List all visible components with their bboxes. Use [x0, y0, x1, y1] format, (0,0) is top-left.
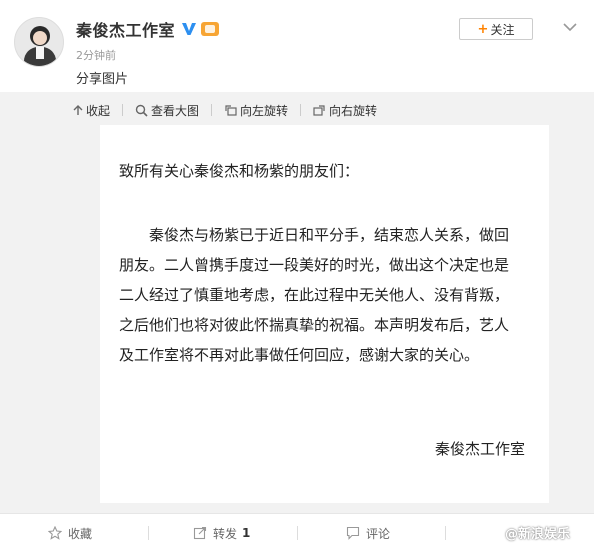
chevron-down-icon[interactable]	[562, 18, 578, 32]
sina-ent-watermark: @新浪娱乐	[505, 527, 571, 542]
weibo-post-header: 秦俊杰工作室 2分钟前 分享图片 + 关注	[0, 0, 594, 92]
image-toolbar: 收起 查看大图 向左旋转 向右旋转	[73, 101, 389, 119]
rotate-left-icon	[225, 105, 237, 116]
rotate-left-label: 向左旋转	[240, 103, 289, 118]
rotate-right-icon	[313, 105, 325, 116]
avatar[interactable]	[14, 17, 64, 67]
comment-button[interactable]: 评论	[346, 514, 390, 551]
statement-line: 秦俊杰与杨紫已于近日和平分手，结束恋人关系，做回	[149, 226, 510, 244]
name-row: 秦俊杰工作室	[76, 17, 220, 41]
comment-label: 评论	[366, 526, 391, 541]
statement-line: 朋友。二人曾携手度过一段美好的时光，做出这个决定也是	[119, 256, 510, 274]
repost-icon	[193, 526, 207, 540]
account-name[interactable]: 秦俊杰工作室	[76, 17, 175, 41]
collapse-label: 收起	[86, 103, 111, 118]
statement-body: 秦俊杰与杨紫已于近日和平分手，结束恋人关系，做回 朋友。二人曾携手度过一段美好的…	[119, 220, 539, 370]
post-time[interactable]: 2分钟前	[76, 47, 116, 63]
statement-image[interactable]: 致所有关心秦俊杰和杨紫的朋友们： 秦俊杰与杨紫已于近日和平分手，结束恋人关系，做…	[100, 125, 549, 503]
statement-signature: 秦俊杰工作室	[435, 440, 526, 458]
verified-v-icon[interactable]	[181, 21, 197, 37]
footer-divider	[445, 526, 446, 540]
statement-greeting: 致所有关心秦俊杰和杨紫的朋友们：	[119, 162, 360, 180]
rotate-right-label: 向右旋转	[329, 103, 378, 118]
favorite-button[interactable]: 收藏	[48, 514, 92, 551]
favorite-label: 收藏	[68, 526, 93, 541]
post-description: 分享图片	[76, 72, 129, 87]
follow-label: 关注	[490, 22, 515, 37]
repost-button[interactable]: 转发 1	[193, 514, 250, 551]
avatar-face-shape	[33, 31, 47, 45]
plus-icon: +	[477, 21, 489, 37]
footer-divider	[148, 526, 149, 540]
statement-line: 及工作室将不再对此事做任何回应，感谢大家的关心。	[119, 346, 480, 364]
comment-icon	[346, 526, 360, 540]
zoom-icon	[135, 104, 148, 117]
statement-line: 之后他们也将对彼此怀揣真挚的祝福。本声明发布后，艺人	[119, 316, 510, 334]
view-large-button[interactable]: 查看大图	[135, 102, 199, 119]
follow-button[interactable]: + 关注	[459, 18, 533, 40]
avatar-collar-shape	[36, 47, 44, 59]
toolbar-divider	[300, 104, 302, 116]
repost-label: 转发	[213, 526, 238, 541]
star-icon	[48, 526, 62, 540]
collapse-icon	[73, 105, 83, 115]
view-large-label: 查看大图	[151, 103, 200, 118]
footer-divider	[297, 526, 298, 540]
toolbar-divider	[122, 104, 124, 116]
rotate-right-button[interactable]: 向右旋转	[313, 102, 377, 119]
repost-count: 1	[242, 526, 251, 540]
statement-line: 二人经过了慎重地考虑，在此过程中无关他人、没有背叛，	[119, 286, 510, 304]
rotate-left-button[interactable]: 向左旋转	[224, 102, 288, 119]
vip-badge-icon[interactable]	[201, 22, 220, 36]
toolbar-divider	[211, 104, 213, 116]
image-viewer: 收起 查看大图 向左旋转 向右旋转 致所有关心秦俊杰和杨紫的朋友们： 秦俊杰与杨…	[0, 92, 594, 513]
collapse-button[interactable]: 收起	[73, 102, 110, 119]
post-action-bar: 收藏 转发 1 评论 @新浪娱乐	[0, 513, 594, 551]
